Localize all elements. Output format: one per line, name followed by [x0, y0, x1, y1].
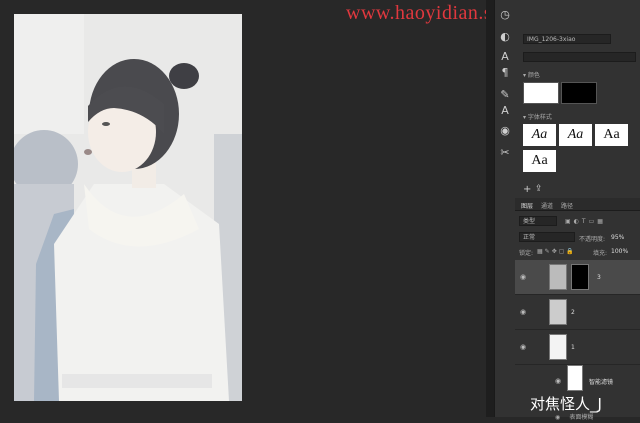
layer-row-3[interactable]: ◉ 3 [515, 260, 640, 295]
portrait-photo [14, 14, 242, 401]
tab-paths[interactable]: 路径 [561, 201, 573, 210]
layer-name-field[interactable]: IMG_1206-3xiao [523, 34, 611, 44]
font-sample-2[interactable]: Aa [559, 124, 592, 146]
layer-thumbnail [549, 299, 567, 325]
tools-icon[interactable]: ✂ [498, 146, 512, 160]
layer-name[interactable]: 1 [571, 344, 575, 351]
upload-icon[interactable]: ⇪ [535, 184, 543, 194]
visibility-eye-icon[interactable]: ◉ [520, 343, 526, 351]
visibility-eye-icon[interactable]: ◉ [555, 414, 560, 421]
layer-thumbnail [549, 264, 567, 290]
history-icon[interactable]: ◷ [498, 8, 512, 22]
opacity-value[interactable]: 95% [611, 234, 624, 241]
opacity-label: 不透明度: [579, 236, 606, 243]
smart-filters-row[interactable]: ◉ 智能滤镜 [515, 365, 640, 395]
layer-thumbnail [549, 334, 567, 360]
search-field[interactable] [523, 52, 636, 62]
font-style-label: 字体样式 [527, 114, 552, 121]
panel-icon-column: ◷ ◐ A ¶ ✎ A ◉ ✂ [494, 0, 516, 417]
bottom-watermark: 对焦怪人_J [530, 395, 602, 413]
tab-layers[interactable]: 图层 [521, 201, 533, 210]
filter-item-label: 表面模糊 [569, 414, 594, 421]
font-sample-1[interactable]: Aa [523, 124, 556, 146]
document-canvas-area[interactable]: www.haoyidian.shop.com [0, 0, 565, 417]
filter-icons[interactable]: ▣◐T▭▦ [565, 218, 606, 225]
white-swatch[interactable] [523, 82, 559, 104]
lock-icons[interactable]: ▦✎✥▢🔒 [537, 248, 576, 255]
panel-collapse-strip[interactable] [486, 0, 494, 417]
smart-filter-mask-thumbnail [567, 365, 583, 391]
glyphs-icon[interactable]: A [498, 104, 512, 118]
visibility-eye-icon[interactable]: ◉ [520, 273, 526, 281]
layer-name[interactable]: 3 [597, 274, 601, 281]
adjustments-icon[interactable]: ◐ [498, 30, 512, 44]
styles-icon[interactable]: ◉ [498, 124, 512, 138]
font-sample-4[interactable]: Aa [523, 150, 556, 172]
blend-mode-select[interactable]: 正常 [519, 232, 575, 242]
properties-layers-panel: IMG_1206-3xiao ▾ 颜色 ▾ 字体样式 Aa Aa Aa Aa +… [515, 0, 640, 421]
visibility-eye-icon[interactable]: ◉ [520, 308, 526, 316]
paragraph-icon[interactable]: ¶ [498, 66, 512, 80]
color-section-label: 颜色 [527, 72, 540, 79]
layers-tabbar: 图层 通道 路径 [515, 198, 640, 211]
add-icon[interactable]: + [523, 184, 531, 195]
layer-row-1[interactable]: ◉ 1 [515, 330, 640, 365]
layer-row-2[interactable]: ◉ 2 [515, 295, 640, 330]
fill-value[interactable]: 100% [611, 248, 628, 255]
brush-icon[interactable]: ✎ [498, 88, 512, 102]
color-section-header[interactable]: ▾ 颜色 [523, 70, 540, 79]
black-swatch[interactable] [561, 82, 597, 104]
filter-kind-select[interactable]: 类型 [519, 216, 557, 226]
lock-label: 锁定: [519, 250, 534, 257]
layer-mask-thumbnail[interactable] [571, 264, 589, 290]
font-style-header[interactable]: ▾ 字体样式 [523, 112, 552, 121]
fill-label: 填充: [593, 250, 608, 257]
font-sample-3[interactable]: Aa [595, 124, 628, 146]
tab-channels[interactable]: 通道 [541, 201, 553, 210]
document-photo[interactable] [14, 14, 242, 401]
layer-name[interactable]: 2 [571, 309, 575, 316]
character-icon[interactable]: A [498, 50, 512, 64]
visibility-eye-icon[interactable]: ◉ [555, 377, 561, 385]
smart-filters-label: 智能滤镜 [589, 379, 614, 386]
